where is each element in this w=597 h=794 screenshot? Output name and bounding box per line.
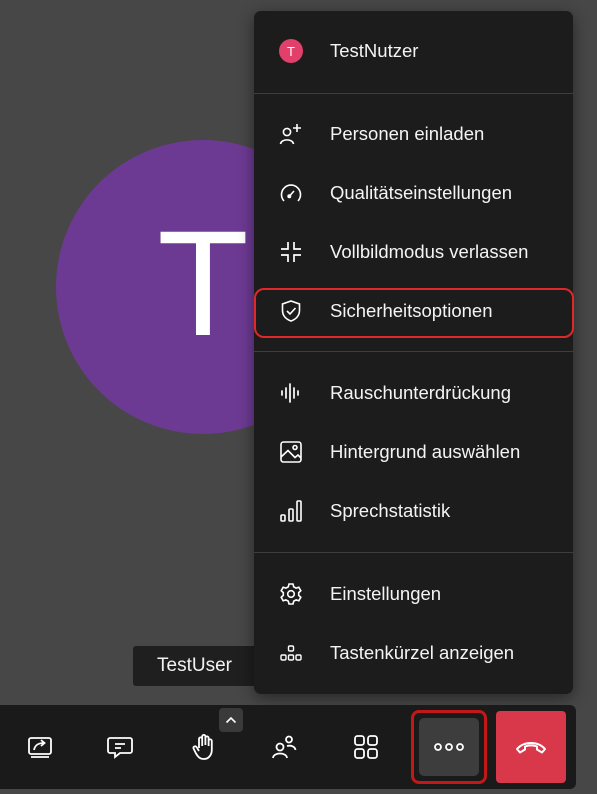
keyboard-shortcuts-icon [277, 639, 305, 667]
gear-icon [277, 580, 305, 608]
participant-avatar-initial: T [157, 199, 249, 367]
participants-icon [269, 732, 299, 762]
menu-item-label: Einstellungen [330, 583, 442, 604]
invite-person-icon [277, 120, 305, 148]
menu-item-speaker-stats[interactable]: Sprechstatistik [254, 486, 573, 536]
menu-item-keyboard-shortcuts[interactable]: Tastenkürzel anzeigen [254, 628, 573, 678]
menu-item-exit-fullscreen[interactable]: Vollbildmodus verlassen [254, 227, 573, 277]
more-options-menu: T TestNutzer Personen einladen Qualitäts… [254, 11, 574, 694]
menu-divider [254, 552, 573, 553]
participants-button[interactable] [256, 719, 312, 775]
reactions-toggle-button[interactable] [219, 708, 243, 732]
hang-up-icon [514, 737, 548, 757]
hang-up-button[interactable] [496, 711, 566, 783]
menu-item-label: Sprechstatistik [330, 500, 451, 521]
menu-item-noise-suppression[interactable]: Rauschunterdrückung [254, 368, 573, 418]
menu-item-label: Hintergrund auswählen [330, 441, 521, 462]
share-screen-icon [25, 732, 55, 762]
menu-item-settings[interactable]: Einstellungen [254, 569, 573, 619]
menu-item-invite-people[interactable]: Personen einladen [254, 109, 573, 159]
meeting-toolbar [0, 705, 576, 789]
more-options-icon [432, 742, 466, 752]
user-avatar: T [277, 37, 305, 65]
chat-button[interactable] [92, 719, 148, 775]
image-icon [277, 438, 305, 466]
gauge-icon [277, 179, 305, 207]
menu-item-label: Personen einladen [330, 123, 485, 144]
menu-item-profile[interactable]: T TestNutzer [254, 26, 573, 76]
noise-suppression-icon [277, 379, 305, 407]
security-options-highlight [254, 288, 574, 338]
menu-divider [254, 351, 573, 352]
menu-item-label: Vollbildmodus verlassen [330, 241, 529, 262]
menu-item-quality-settings[interactable]: Qualitätseinstellungen [254, 168, 573, 218]
user-avatar-initial: T [279, 39, 303, 63]
share-screen-button[interactable] [12, 719, 68, 775]
tile-view-button[interactable] [338, 719, 394, 775]
menu-divider [254, 93, 573, 94]
tile-view-icon [351, 732, 381, 762]
raise-hand-icon [189, 732, 219, 762]
menu-item-label: Qualitätseinstellungen [330, 182, 513, 203]
menu-item-select-background[interactable]: Hintergrund auswählen [254, 427, 573, 477]
bar-chart-icon [277, 497, 305, 525]
more-options-button[interactable] [419, 718, 479, 776]
participant-name-tag: TestUser [133, 646, 263, 686]
menu-item-label: Rauschunterdrückung [330, 382, 511, 403]
chat-icon [105, 732, 135, 762]
menu-item-label: Tastenkürzel anzeigen [330, 642, 515, 663]
user-name: TestNutzer [330, 40, 419, 61]
chevron-up-icon [224, 713, 238, 727]
exit-fullscreen-icon [277, 238, 305, 266]
